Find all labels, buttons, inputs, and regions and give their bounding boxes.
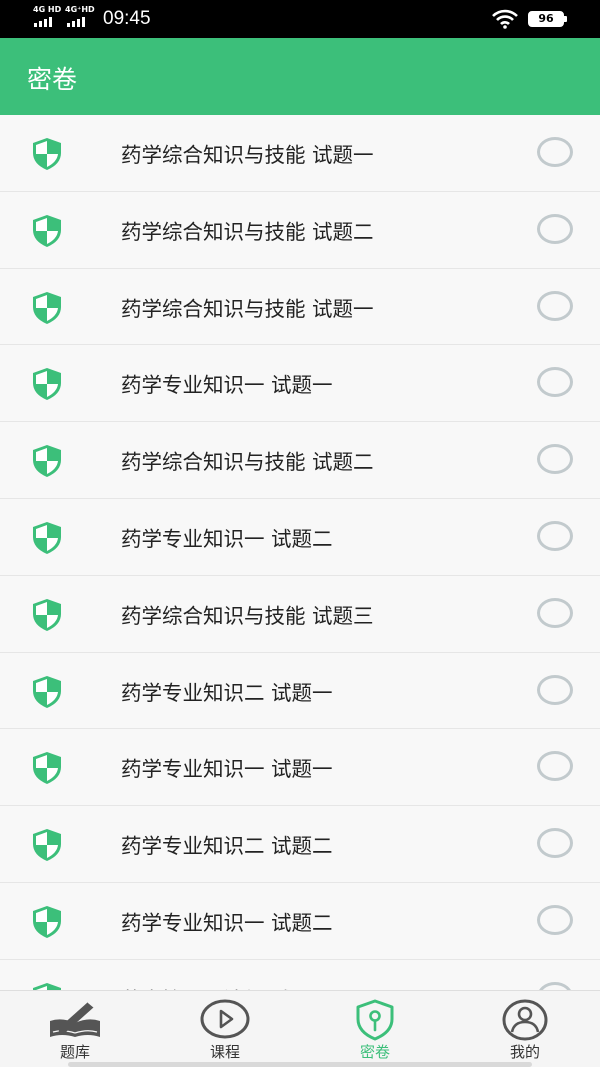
select-radio[interactable] — [537, 674, 573, 705]
paper-title: 药学专业知识一 试题一 — [121, 373, 333, 398]
shield-icon — [31, 751, 63, 785]
paper-title: 药事管理与法规 试题一 — [121, 983, 333, 990]
sim2-signal-icon — [67, 15, 85, 27]
paper-title: 药学专业知识一 试题一 — [121, 757, 333, 782]
clock: 09:45 — [103, 8, 151, 29]
tab-secret-papers[interactable]: 密卷 — [300, 991, 450, 1067]
status-bar: 4G HD 4G⁺HD 09:45 96 — [0, 0, 600, 38]
sim2-network-label: 4G⁺HD — [65, 5, 95, 14]
select-radio[interactable] — [537, 137, 573, 167]
paper-title: 药学综合知识与技能 试题一 — [121, 296, 374, 321]
list-item[interactable]: 药学专业知识二 试题一 — [0, 652, 600, 730]
list-item[interactable]: 药学专业知识二 试题二 — [0, 806, 600, 883]
shield-icon — [31, 367, 63, 401]
paper-title: 药学专业知识一 试题二 — [121, 526, 333, 551]
select-radio[interactable] — [537, 981, 573, 990]
shield-icon — [31, 598, 63, 632]
tab-question-bank-label: 题库 — [59, 1043, 90, 1061]
wifi-icon — [492, 9, 518, 33]
paper-title: 药学专业知识一 试题二 — [121, 910, 333, 935]
bottom-nav: 题库 课程 密卷 我的 — [0, 990, 600, 1067]
list-item[interactable]: 药学综合知识与技能 试题一 — [0, 115, 600, 192]
book-pen-icon — [48, 999, 102, 1043]
select-radio[interactable] — [537, 751, 573, 782]
paper-title: 药学综合知识与技能 试题三 — [121, 603, 374, 628]
tab-courses[interactable]: 课程 — [150, 991, 300, 1067]
shield-icon — [31, 521, 63, 555]
select-radio[interactable] — [537, 904, 573, 935]
shield-icon — [31, 982, 63, 990]
select-radio[interactable] — [537, 213, 573, 244]
play-circle-icon — [200, 999, 250, 1043]
shield-lock-icon — [355, 999, 395, 1045]
list-item[interactable]: 药学综合知识与技能 试题一 — [0, 268, 600, 346]
shield-icon — [31, 291, 63, 325]
paper-list[interactable]: 药学综合知识与技能 试题一 药学综合知识与技能 试题二 药学综合知识与技能 试题一药… — [0, 115, 600, 990]
list-item[interactable]: 药学专业知识一 试题一 — [0, 729, 600, 807]
select-radio[interactable] — [537, 290, 573, 321]
list-item[interactable]: 药学专业知识一 试题一 — [0, 345, 600, 423]
paper-title: 药学综合知识与技能 试题二 — [121, 450, 374, 475]
tab-courses-label: 课程 — [209, 1043, 240, 1061]
select-radio[interactable] — [537, 367, 573, 398]
shield-icon — [31, 214, 63, 248]
battery-indicator: 96 — [528, 11, 567, 27]
tab-secret-papers-label: 密卷 — [359, 1043, 390, 1061]
page-title: 密卷 — [27, 65, 78, 94]
select-radio[interactable] — [537, 520, 573, 551]
select-radio[interactable] — [537, 597, 573, 628]
list-item[interactable]: 药学专业知识一 试题二 — [0, 882, 600, 960]
tab-question-bank[interactable]: 题库 — [0, 991, 150, 1067]
shield-icon — [31, 828, 63, 862]
paper-title: 药学综合知识与技能 试题二 — [121, 219, 374, 244]
list-item[interactable]: 药事管理与法规 试题一 — [0, 959, 600, 990]
paper-title: 药学专业知识二 试题一 — [121, 680, 333, 705]
list-item[interactable]: 药学综合知识与技能 试题三 — [0, 575, 600, 653]
select-radio[interactable] — [537, 444, 573, 475]
user-icon — [502, 999, 548, 1045]
list-item[interactable]: 药学综合知识与技能 试题二 — [0, 422, 600, 499]
list-item[interactable]: 药学专业知识一 试题二 — [0, 498, 600, 576]
sim1-signal-icon — [34, 15, 52, 27]
tab-profile[interactable]: 我的 — [450, 991, 600, 1067]
app-bar: 密卷 — [0, 38, 600, 115]
shield-icon — [31, 137, 63, 171]
tab-profile-label: 我的 — [509, 1043, 540, 1061]
shield-icon — [31, 444, 63, 478]
home-indicator[interactable] — [68, 1062, 532, 1067]
shield-icon — [31, 905, 63, 939]
shield-icon — [31, 675, 63, 709]
paper-title: 药学综合知识与技能 试题一 — [121, 143, 374, 167]
select-radio[interactable] — [537, 828, 573, 859]
paper-title: 药学专业知识二 试题二 — [121, 834, 333, 859]
list-item[interactable]: 药学综合知识与技能 试题二 — [0, 191, 600, 269]
sim1-network-label: 4G HD — [33, 5, 62, 14]
